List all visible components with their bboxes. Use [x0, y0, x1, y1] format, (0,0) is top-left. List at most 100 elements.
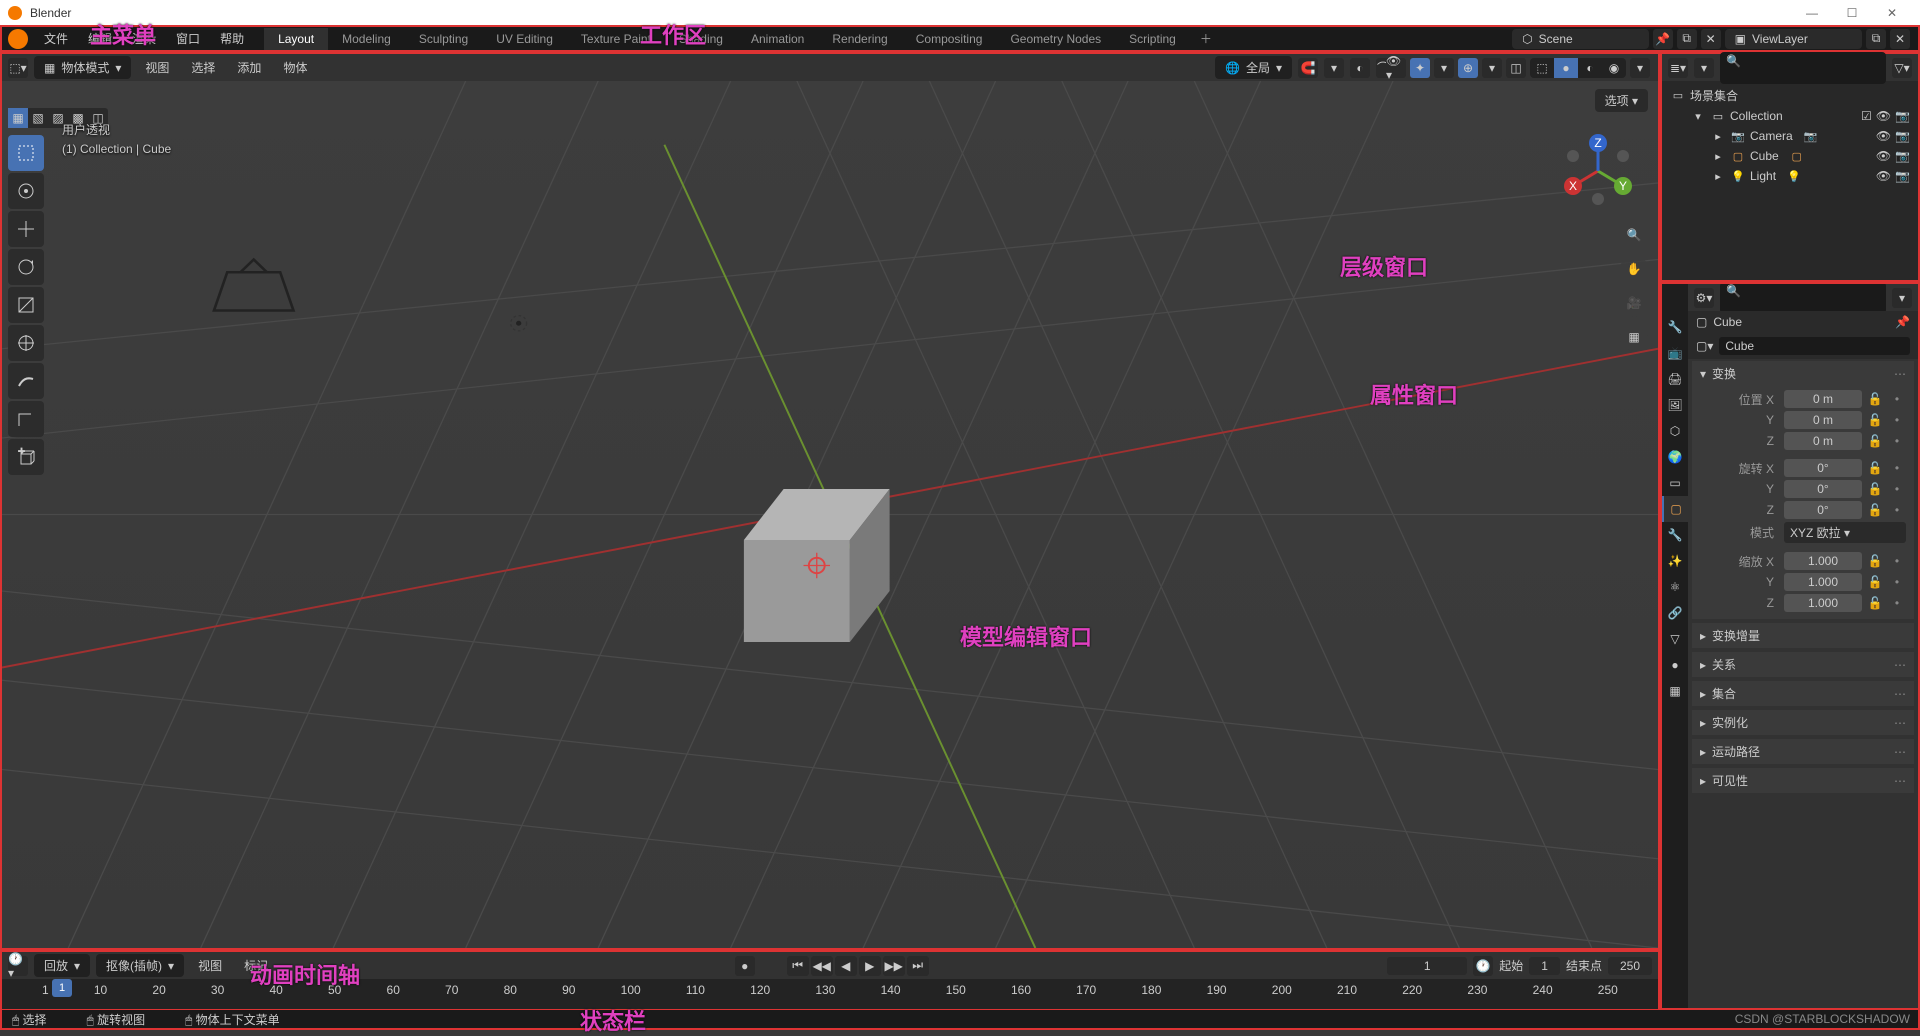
menu-file[interactable]: 文件 [34, 26, 78, 51]
camera-view-icon[interactable]: 🎥 [1620, 289, 1648, 317]
tool-rotate[interactable] [8, 249, 44, 285]
playhead[interactable]: 1 [52, 979, 72, 997]
viewlayer-selector[interactable]: ▣ [1725, 29, 1862, 49]
lock-icon[interactable]: 🔓 [1866, 575, 1884, 589]
tab-texture[interactable]: ▦ [1662, 678, 1688, 704]
tool-scale[interactable] [8, 287, 44, 323]
viewlayer-copy-icon[interactable]: ⧉ [1866, 29, 1886, 49]
value-input[interactable]: 1.000 [1784, 594, 1862, 612]
timeline-marker-menu[interactable]: 标记 [236, 954, 276, 977]
eye-icon[interactable]: 👁 [1876, 149, 1891, 163]
viewport-menu-view[interactable]: 视图 [137, 56, 177, 79]
shading-wireframe[interactable]: ⬚ [1530, 58, 1554, 78]
workspace-tab-layout[interactable]: Layout [264, 28, 328, 50]
workspace-tab-compositing[interactable]: Compositing [902, 28, 997, 50]
current-frame-input[interactable]: 1 [1387, 957, 1467, 975]
keying-menu[interactable]: 抠像(插帧) ▾ [96, 954, 184, 977]
viewport-menu-object[interactable]: 物体 [275, 56, 315, 79]
value-input[interactable]: 0° [1784, 459, 1862, 477]
tool-measure[interactable] [8, 401, 44, 437]
autokey-icon[interactable]: ● [735, 956, 755, 976]
maximize-icon[interactable]: ☐ [1832, 6, 1872, 20]
chevron-right-icon[interactable]: ▸ [1700, 774, 1706, 788]
tab-collection[interactable]: ▭ [1662, 470, 1688, 496]
perspective-toggle-icon[interactable]: ▦ [1620, 323, 1648, 351]
keyframe-prev-icon[interactable]: ◀◀ [811, 956, 833, 976]
timeline-view-menu[interactable]: 视图 [190, 954, 230, 977]
value-input[interactable]: 0 m [1784, 411, 1862, 429]
select-box-icon[interactable]: ▦ [8, 108, 28, 128]
workspace-tab-rendering[interactable]: Rendering [818, 28, 901, 50]
tab-material[interactable]: ● [1662, 652, 1688, 678]
render-icon[interactable]: 📷 [1895, 169, 1910, 183]
object-name-input[interactable] [1719, 337, 1910, 355]
tab-viewlayer[interactable]: 🖼 [1662, 392, 1688, 418]
outliner-search-input[interactable] [1726, 68, 1880, 82]
value-input[interactable]: 0 m [1784, 390, 1862, 408]
tool-select-box[interactable] [8, 135, 44, 171]
filter-icon[interactable]: ▽▾ [1892, 58, 1912, 78]
chevron-right-icon[interactable]: ▸ [1700, 745, 1706, 759]
tab-world[interactable]: 🌍 [1662, 444, 1688, 470]
tree-collection[interactable]: ▾ ▭ Collection ☑ 👁 📷 [1666, 106, 1914, 126]
viewport-menu-add[interactable]: 添加 [229, 56, 269, 79]
mode-selector[interactable]: ▦ 物体模式 ▾ [34, 56, 131, 79]
overlay-options-icon[interactable]: ▾ [1482, 58, 1502, 78]
chevron-right-icon[interactable]: ▸ [1710, 128, 1726, 144]
chevron-right-icon[interactable]: ▸ [1710, 168, 1726, 184]
panel-menu-icon[interactable]: ⋯ [1894, 367, 1906, 381]
play-icon[interactable]: ▶ [859, 956, 881, 976]
tool-annotate[interactable] [8, 363, 44, 399]
workspace-tab-geometry-nodes[interactable]: Geometry Nodes [996, 28, 1115, 50]
select-extend-icon[interactable]: ▧ [28, 108, 48, 128]
pin-icon[interactable]: 📌 [1895, 315, 1910, 329]
tree-item-camera[interactable]: ▸📷Camera📷👁📷 [1666, 126, 1914, 146]
editor-type-icon[interactable]: ⬚▾ [8, 58, 28, 78]
outliner-display-icon[interactable]: ▾ [1694, 58, 1714, 78]
value-input[interactable]: 0 m [1784, 432, 1862, 450]
eye-icon[interactable]: 👁 [1876, 109, 1891, 123]
render-icon[interactable]: 📷 [1895, 149, 1910, 163]
lock-icon[interactable]: 🔓 [1866, 434, 1884, 448]
tab-tool[interactable]: 🔧 [1662, 314, 1688, 340]
tab-modifiers[interactable]: 🔧 [1662, 522, 1688, 548]
blender-icon[interactable] [8, 29, 28, 49]
tab-render[interactable]: 📺 [1662, 340, 1688, 366]
zoom-icon[interactable]: 🔍 [1620, 221, 1648, 249]
chevron-down-icon[interactable]: ▾ [1700, 367, 1706, 381]
orientation-selector[interactable]: 🌐 全局 ▾ [1215, 56, 1292, 79]
chevron-right-icon[interactable]: ▸ [1710, 148, 1726, 164]
viewport-options-button[interactable]: 选项 ▾ [1595, 89, 1648, 112]
lock-icon[interactable]: 🔓 [1866, 461, 1884, 475]
navigation-gizmo[interactable]: X Y Z [1558, 131, 1638, 211]
workspace-tab-sculpting[interactable]: Sculpting [405, 28, 482, 50]
timeline-track[interactable]: 1102030405060708090100110120130140150160… [2, 979, 1658, 1009]
scene-copy-icon[interactable]: ⧉ [1677, 29, 1697, 49]
end-frame-input[interactable]: 250 [1608, 957, 1652, 975]
menu-render[interactable]: 渲染 [122, 26, 166, 51]
tree-scene-collection[interactable]: ▭ 场景集合 [1666, 85, 1914, 106]
tab-constraints[interactable]: 🔗 [1662, 600, 1688, 626]
play-reverse-icon[interactable]: ◀ [835, 956, 857, 976]
shading-options-icon[interactable]: ▾ [1630, 58, 1650, 78]
chevron-right-icon[interactable]: ▸ [1700, 716, 1706, 730]
viewport-menu-select[interactable]: 选择 [183, 56, 223, 79]
shading-material[interactable]: ◐ [1578, 58, 1602, 78]
workspace-add-button[interactable]: ＋ [1190, 26, 1222, 51]
render-icon[interactable]: 📷 [1895, 109, 1910, 123]
workspace-tab-shading[interactable]: Shading [665, 28, 737, 50]
menu-help[interactable]: 帮助 [210, 26, 254, 51]
chevron-right-icon[interactable]: ▸ [1700, 629, 1706, 643]
eye-icon[interactable]: 👁 [1876, 129, 1891, 143]
eye-icon[interactable]: 👁 [1876, 169, 1891, 183]
workspace-tab-scripting[interactable]: Scripting [1115, 28, 1190, 50]
checkbox-icon[interactable]: ☑ [1861, 109, 1872, 123]
chevron-down-icon[interactable]: ▾ [1690, 108, 1706, 124]
rotation-mode-select[interactable]: XYZ 欧拉 ▾ [1784, 522, 1906, 543]
tree-item-light[interactable]: ▸💡Light💡👁📷 [1666, 166, 1914, 186]
properties-editor-icon[interactable]: ⚙▾ [1694, 288, 1714, 308]
value-input[interactable]: 1.000 [1784, 552, 1862, 570]
workspace-tab-texture-paint[interactable]: Texture Paint [567, 28, 665, 50]
clock-icon[interactable]: 🕐 [1473, 956, 1493, 976]
viewlayer-delete-icon[interactable]: ✕ [1890, 29, 1910, 49]
